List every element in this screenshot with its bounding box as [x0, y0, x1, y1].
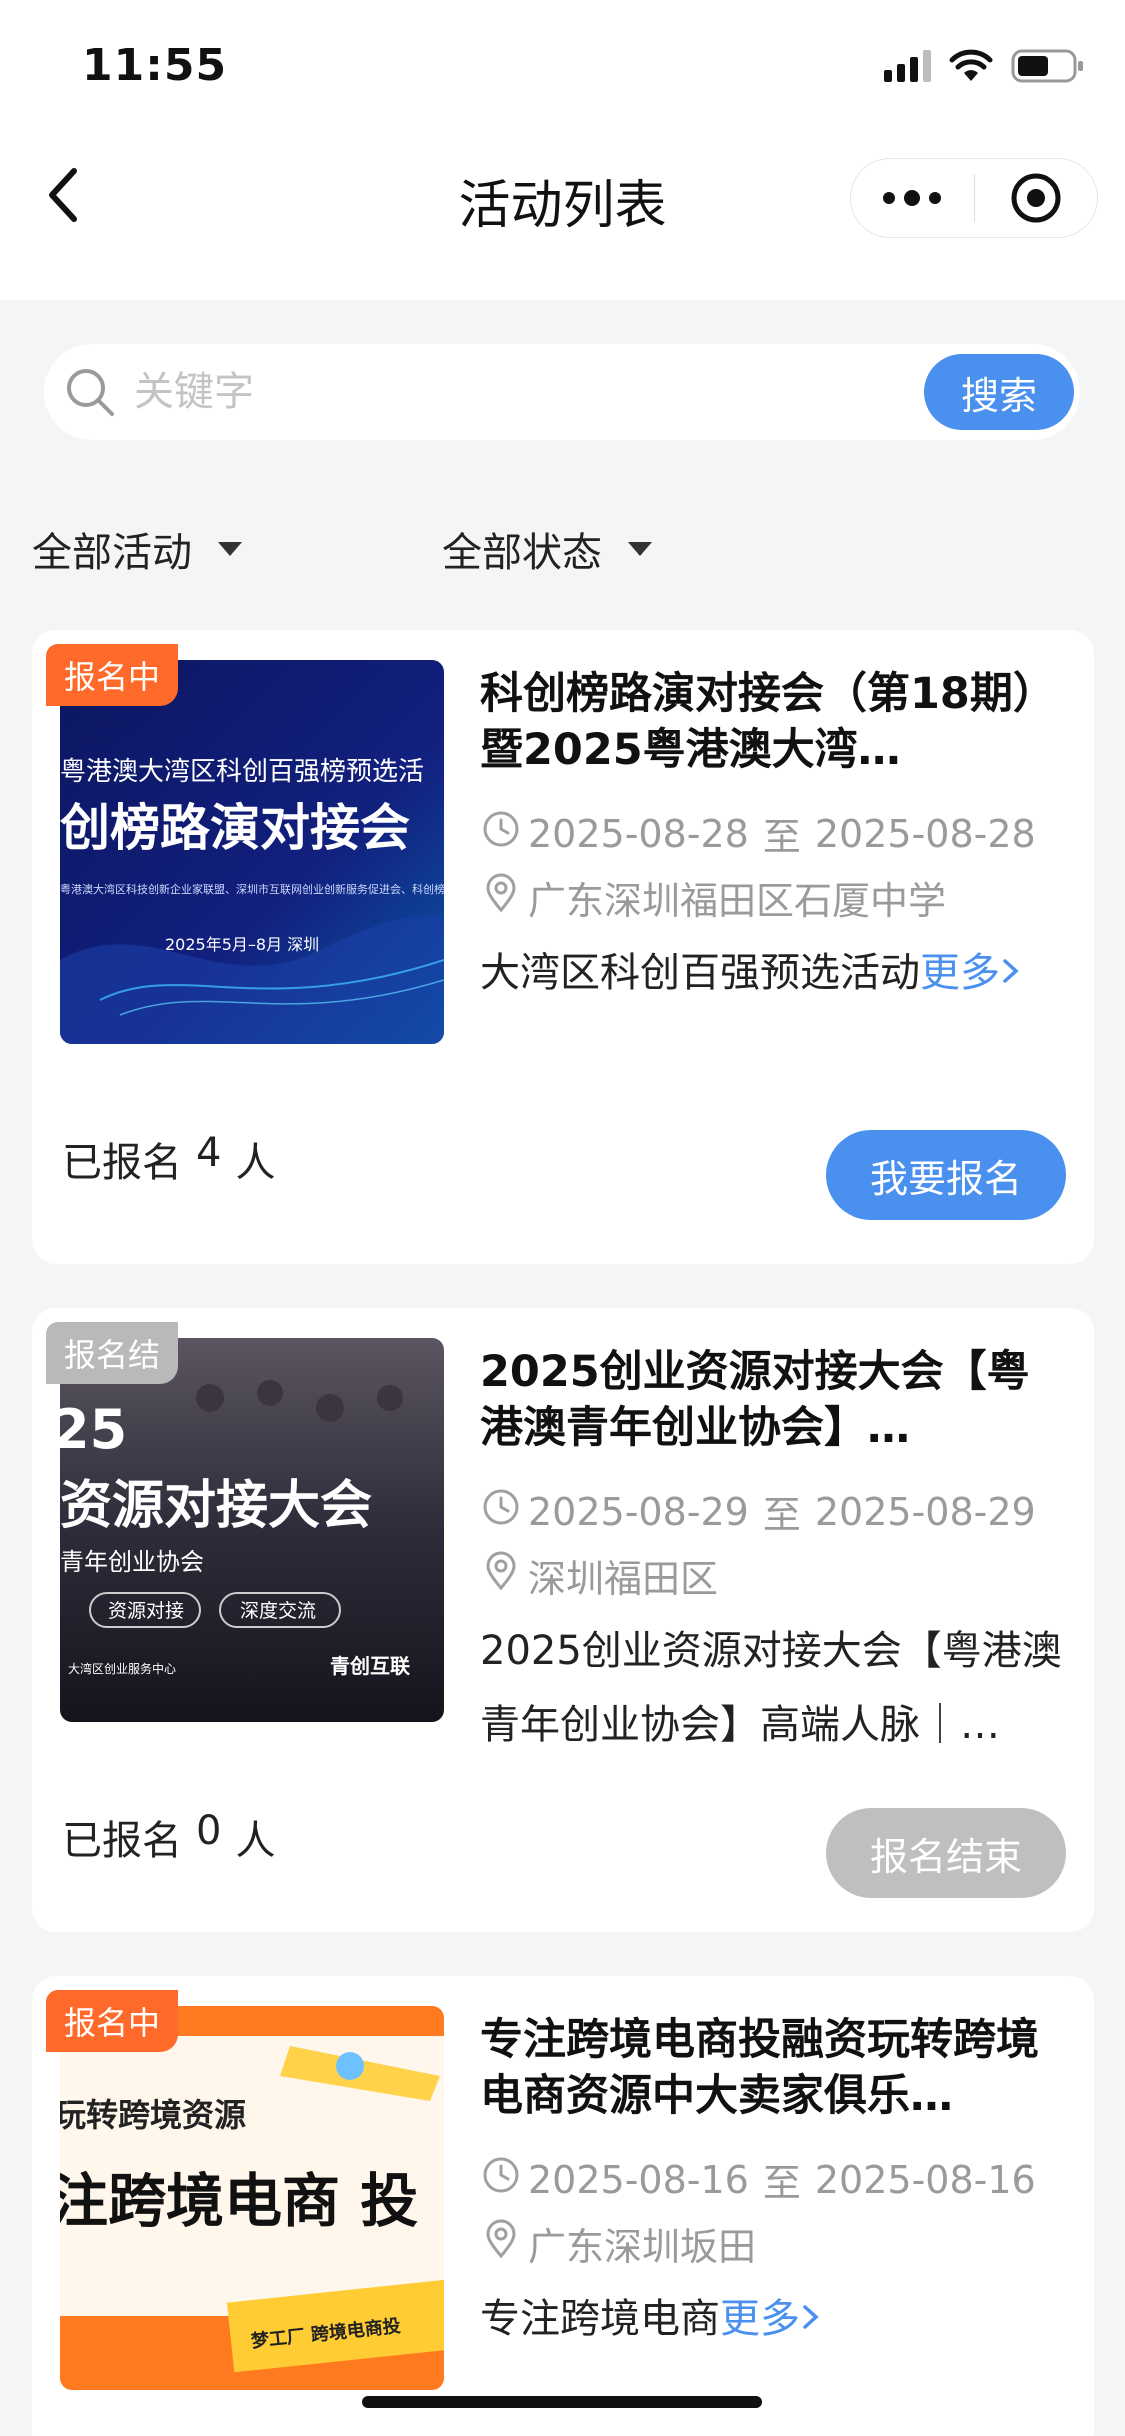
battery-icon	[1011, 48, 1085, 84]
status-badge: 报名中	[46, 644, 179, 706]
search-button[interactable]: 搜索	[924, 354, 1074, 430]
event-description: 专注跨境电商更多	[480, 2282, 1080, 2356]
location-pin-icon	[482, 2219, 520, 2268]
event-date-start: 2025-08-29	[528, 1489, 749, 1534]
enrolled-count: 已报名 0 人	[62, 1808, 275, 1866]
poster-line2: 注跨境电商 投	[60, 2167, 418, 2235]
poster-headline: 资源对接大会	[60, 1476, 372, 1536]
enrolled-count: 已报名 4 人	[62, 1130, 275, 1188]
event-location-row: 深圳福田区	[482, 1548, 718, 1603]
event-date-start: 2025-08-16	[528, 2157, 749, 2202]
home-indicator	[362, 2396, 762, 2408]
event-date-row: 2025-08-29 至 2025-08-29	[482, 1484, 1036, 1539]
clock-icon	[482, 810, 520, 857]
event-card[interactable]: 粤港澳大湾区科创百强榜预选活 创榜路演对接会 粤港澳大湾区科技创新企业家联盟、深…	[32, 630, 1094, 1264]
clock-icon	[482, 1488, 520, 1535]
more-link[interactable]: 更多	[720, 2296, 822, 2342]
poster-logo-1: 大湾区创业服务中心	[68, 1661, 176, 1676]
event-poster: 玩转跨境资源 注跨境电商 投 梦工厂 跨境电商投	[60, 2006, 444, 2390]
event-date-row: 2025-08-28 至 2025-08-28	[482, 806, 1036, 861]
enrolled-number: 0	[196, 1808, 222, 1854]
enrolled-suffix: 人	[235, 1140, 276, 1186]
location-pin-icon	[482, 1551, 520, 1600]
event-date-sep: 至	[762, 2161, 801, 2205]
poster-text-line4: 2025年5月–8月 深圳	[165, 935, 319, 954]
header: 11:55 活动列表	[0, 0, 1125, 300]
dropdown-caret-icon	[218, 542, 242, 556]
dropdown-caret-icon	[628, 542, 652, 556]
event-poster: 粤港澳大湾区科创百强榜预选活 创榜路演对接会 粤港澳大湾区科技创新企业家联盟、深…	[60, 660, 444, 1044]
poster-line1: 玩转跨境资源	[60, 2096, 246, 2134]
event-card[interactable]: 玩转跨境资源 注跨境电商 投 梦工厂 跨境电商投 报名中 专注跨境电商投融资玩转…	[32, 1976, 1094, 2436]
event-description-text: 专注跨境电商	[480, 2296, 720, 2342]
poster-text-line3: 粤港澳大湾区科技创新企业家联盟、深圳市互联网创业创新服务促进会、科创榜	[60, 882, 444, 896]
mini-program-capsule	[850, 158, 1098, 238]
status-badge: 报名中	[46, 1990, 179, 2052]
wifi-icon	[949, 49, 993, 83]
filter-activity-type[interactable]: 全部活动	[32, 520, 242, 578]
event-description: 大湾区科创百强预选活动更多	[480, 936, 1080, 1010]
poster-subhead: 青年创业协会	[60, 1548, 204, 1576]
enrolled-prefix: 已报名	[62, 1140, 182, 1186]
more-options-icon[interactable]	[851, 158, 974, 238]
event-date-end: 2025-08-16	[814, 2157, 1036, 2202]
filter-activity-status[interactable]: 全部状态	[442, 520, 652, 578]
registration-closed-button[interactable]: 报名结束	[826, 1808, 1066, 1898]
register-button[interactable]: 我要报名	[826, 1130, 1066, 1220]
close-target-icon[interactable]	[974, 158, 1097, 238]
event-poster: 25 资源对接大会 青年创业协会 资源对接 深度交流 大湾区创业服务中心 青创互…	[60, 1338, 444, 1722]
poster-logo-2: 青创互联	[330, 1654, 410, 1678]
chevron-right-icon	[800, 2296, 822, 2342]
status-icons	[884, 48, 1085, 84]
event-location-row: 广东深圳坂田	[482, 2216, 756, 2271]
status-badge: 报名结	[46, 1322, 179, 1384]
search-icon	[62, 364, 118, 424]
chevron-right-icon	[1000, 950, 1022, 996]
event-title: 专注跨境电商投融资玩转跨境电商资源中大卖家俱乐…	[480, 2015, 1039, 2121]
cellular-signal-icon	[884, 50, 931, 82]
more-link-label: 更多	[720, 2296, 800, 2342]
search-input[interactable]	[134, 358, 934, 426]
event-date-end: 2025-08-29	[814, 1489, 1036, 1534]
event-title: 科创榜路演对接会（第18期）暨2025粤港澳大湾…	[480, 669, 1056, 775]
event-location: 深圳福田区	[528, 1557, 719, 1601]
enrolled-prefix: 已报名	[62, 1818, 182, 1864]
poster-text-line1: 粤港澳大湾区科创百强榜预选活	[60, 757, 424, 787]
status-time: 11:55	[82, 40, 228, 91]
search-bar: 搜索	[44, 344, 1080, 440]
enrolled-suffix: 人	[235, 1818, 276, 1864]
event-location: 广东深圳坂田	[528, 2225, 757, 2269]
event-card[interactable]: 25 资源对接大会 青年创业协会 资源对接 深度交流 大湾区创业服务中心 青创互…	[32, 1308, 1094, 1932]
event-description: 2025创业资源对接大会【粤港澳青年创业协会】高端人脉｜…	[480, 1628, 1062, 1748]
event-description-text: 大湾区科创百强预选活动	[480, 950, 920, 996]
more-link-label: 更多	[920, 950, 1000, 996]
poster-year: 25	[60, 1398, 127, 1461]
poster-chip-1: 资源对接	[108, 1600, 184, 1622]
more-link[interactable]: 更多	[920, 950, 1022, 996]
event-location: 广东深圳福田区石厦中学	[528, 879, 947, 923]
filter-activity-status-label: 全部状态	[442, 530, 602, 576]
event-location-row: 广东深圳福田区石厦中学	[482, 870, 946, 925]
event-date-sep: 至	[762, 815, 801, 859]
enrolled-number: 4	[196, 1130, 222, 1176]
poster-chip-2: 深度交流	[240, 1600, 316, 1622]
event-title: 2025创业资源对接大会【粤港澳青年创业协会】…	[480, 1347, 1030, 1453]
event-date-sep: 至	[762, 1493, 801, 1537]
event-date-start: 2025-08-28	[528, 811, 749, 856]
clock-icon	[482, 2156, 520, 2203]
filter-activity-type-label: 全部活动	[32, 530, 192, 576]
event-date-row: 2025-08-16 至 2025-08-16	[482, 2152, 1036, 2207]
location-pin-icon	[482, 873, 520, 922]
poster-text-line2: 创榜路演对接会	[60, 799, 410, 857]
event-date-end: 2025-08-28	[814, 811, 1036, 856]
